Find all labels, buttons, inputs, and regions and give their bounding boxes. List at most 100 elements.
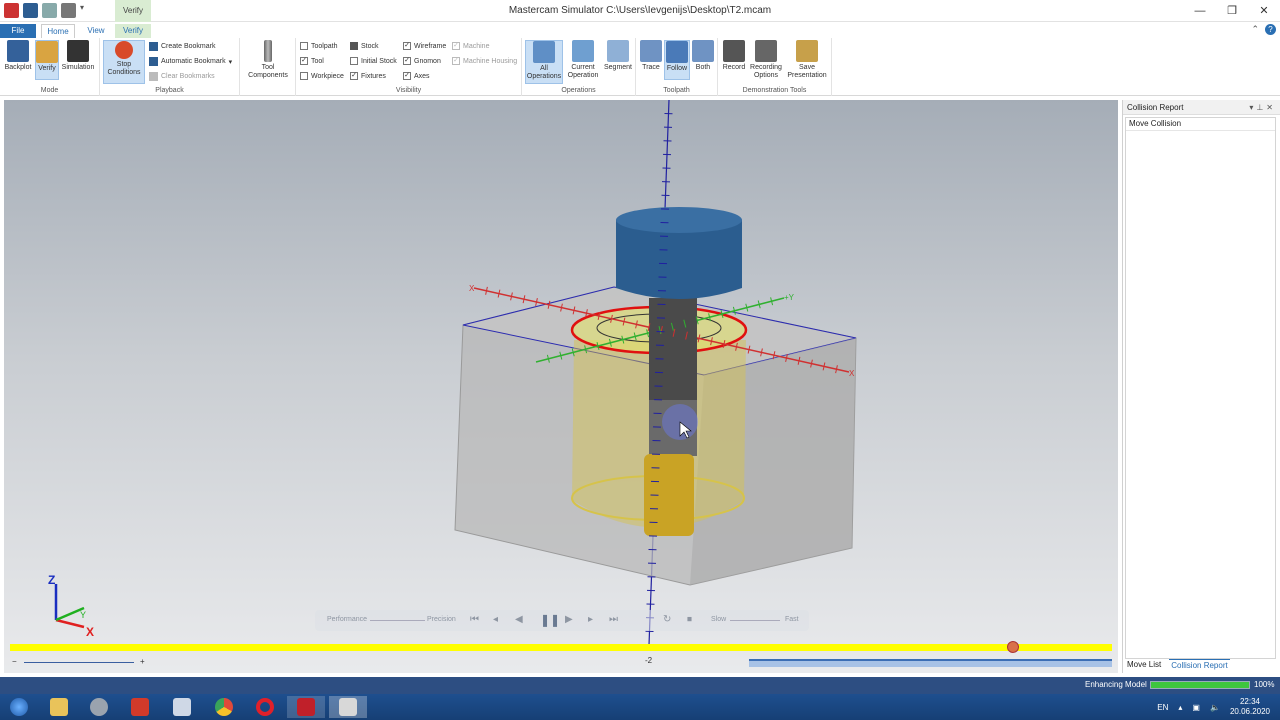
system-tray: EN ▴ ▣ 🔈 22:34 20.06.2020 (1157, 697, 1270, 717)
zoom-slider[interactable] (24, 662, 134, 663)
minimize-button[interactable]: — (1184, 0, 1216, 22)
maximize-button[interactable]: ❐ (1216, 0, 1248, 22)
close-button[interactable]: ✕ (1248, 0, 1280, 22)
speed-quality-slider[interactable] (370, 620, 425, 621)
language-indicator[interactable]: EN (1157, 703, 1168, 712)
taskbar-opera[interactable] (246, 696, 284, 718)
taskbar-chrome[interactable] (205, 696, 243, 718)
stop-icon[interactable]: ⏹ (687, 614, 692, 625)
machine-checkbox[interactable]: ✓ Machine (452, 42, 489, 50)
timeline-track[interactable] (10, 644, 1112, 651)
first-frame-icon[interactable]: ⏮ (470, 614, 479, 625)
create-bookmark-button[interactable]: Create Bookmark (149, 42, 215, 51)
gnomon-z-label: Z (48, 573, 55, 587)
clear-bookmarks-button[interactable]: Clear Bookmarks (149, 72, 215, 81)
step-forward-icon[interactable]: ▸ (588, 614, 593, 625)
both-button[interactable]: Both (691, 40, 715, 72)
simulation-button[interactable]: Simulation (61, 40, 95, 72)
verify-icon (36, 41, 58, 63)
play-icon[interactable]: ▶ (565, 614, 573, 625)
collapse-ribbon-icon[interactable]: ⌃ (1251, 24, 1259, 35)
tool-checkbox[interactable]: ✓ Tool (300, 57, 324, 65)
taskbar-simulator[interactable] (329, 696, 367, 718)
backplot-button[interactable]: Backplot (3, 40, 33, 72)
group-toolpath: Trace Follow Both Toolpath (636, 38, 718, 96)
zoom-controls: − + (12, 657, 162, 667)
taskbar-explorer[interactable] (40, 696, 78, 718)
rewind-icon[interactable]: ◀ (515, 614, 523, 625)
stock-checkbox[interactable]: Stock (350, 42, 379, 50)
tray-arrow-icon[interactable]: ▴ (1178, 703, 1182, 712)
stop-conditions-button[interactable]: Stop Conditions (103, 40, 145, 84)
segment-button[interactable]: Segment (602, 40, 634, 72)
toolpath-checkbox[interactable]: Toolpath (300, 42, 337, 50)
axes-checkbox[interactable]: ✓ Axes (403, 72, 430, 80)
follow-button[interactable]: Follow (664, 40, 690, 80)
automatic-bookmark-button[interactable]: Automatic Bookmark ▾ (149, 57, 232, 66)
panel-close-icon[interactable]: ✕ (1266, 103, 1276, 112)
group-label-toolpath: Toolpath (663, 87, 690, 94)
timeline-marker-label: -2 (645, 656, 653, 665)
taskbar-settings[interactable] (80, 696, 118, 718)
all-operations-button[interactable]: All Operations (525, 40, 563, 84)
zoom-in-icon[interactable]: + (140, 657, 145, 666)
taskbar-mastercam[interactable] (287, 696, 325, 718)
step-back-icon[interactable]: ◂ (493, 614, 498, 625)
tab-home[interactable]: Home (41, 24, 75, 38)
clock[interactable]: 22:34 20.06.2020 (1230, 697, 1270, 717)
group-label-operations: Operations (561, 87, 596, 94)
group-label-playback: Playback (155, 87, 184, 94)
machine-housing-checkbox[interactable]: ✓ Machine Housing (452, 57, 517, 65)
pin-icon[interactable]: ⊥ (1256, 103, 1266, 112)
workpiece-checkbox[interactable]: Workpiece (300, 72, 344, 80)
pause-icon[interactable]: ❚❚ (540, 613, 560, 627)
recording-options-icon (755, 40, 777, 62)
scene-svg: X X +Y Z X Y (48, 100, 857, 646)
folder-icon (50, 698, 68, 716)
speed-slider[interactable] (730, 620, 780, 621)
panel-title: Collision Report (1127, 103, 1184, 112)
gnomon-x-label: X (86, 625, 94, 639)
graphics-viewport[interactable]: X X +Y Z X Y Performance Precision ⏮ ◂ ◀… (4, 100, 1118, 673)
volume-icon[interactable]: 🔈 (1210, 703, 1220, 712)
collision-report-panel: Collision Report ▾⊥✕ Move Collision Move… (1122, 100, 1280, 673)
current-operation-button[interactable]: Current Operation (565, 40, 601, 80)
fixtures-checkbox[interactable]: ✓ Fixtures (350, 72, 386, 80)
zoom-out-icon[interactable]: − (12, 657, 17, 666)
tab-verify[interactable]: Verify (115, 24, 151, 38)
column-header[interactable]: Move Collision (1126, 118, 1275, 131)
tool-components-button[interactable]: Tool Components (244, 40, 292, 80)
status-bar: Enhancing Model 100% (0, 677, 1280, 694)
trace-button[interactable]: Trace (639, 40, 663, 72)
secondary-timeline[interactable] (749, 659, 1112, 667)
stop-icon (115, 41, 133, 59)
save-presentation-button[interactable]: Save Presentation (786, 40, 828, 80)
tab-move-list[interactable]: Move List (1125, 659, 1163, 671)
gnomon-checkbox[interactable]: ✓ Gnomon (403, 57, 441, 65)
clear-bookmark-icon (149, 72, 158, 81)
collision-list[interactable]: Move Collision (1125, 117, 1276, 659)
wireframe-checkbox[interactable]: ✓ Wireframe (403, 42, 446, 50)
panel-header: Collision Report ▾⊥✕ (1123, 100, 1280, 115)
help-icon[interactable]: ? (1265, 24, 1276, 35)
loop-icon[interactable]: ↻ (663, 614, 671, 625)
record-button[interactable]: Record (721, 40, 747, 72)
last-frame-icon[interactable]: ⏭ (609, 614, 618, 625)
tab-view[interactable]: View (84, 24, 108, 38)
taskbar-document[interactable] (163, 696, 201, 718)
acrobat-icon (131, 698, 149, 716)
taskbar-acrobat[interactable] (121, 696, 159, 718)
verify-mode-button[interactable]: Verify (35, 40, 59, 80)
recording-options-button[interactable]: Recording Options (748, 40, 784, 80)
current-operation-icon (572, 40, 594, 62)
start-button[interactable] (0, 696, 38, 718)
windows-logo-icon (10, 698, 28, 716)
timeline-handle[interactable] (1006, 641, 1019, 653)
group-visibility: Toolpath ✓ Tool Workpiece Stock Initial S… (296, 38, 522, 96)
gnomon-x (55, 618, 85, 629)
tab-file[interactable]: File (0, 24, 36, 38)
initial-stock-checkbox[interactable]: Initial Stock (350, 57, 397, 65)
network-icon[interactable]: ▣ (1192, 703, 1200, 712)
record-icon (723, 40, 745, 62)
tab-collision-report[interactable]: Collision Report (1169, 659, 1230, 671)
